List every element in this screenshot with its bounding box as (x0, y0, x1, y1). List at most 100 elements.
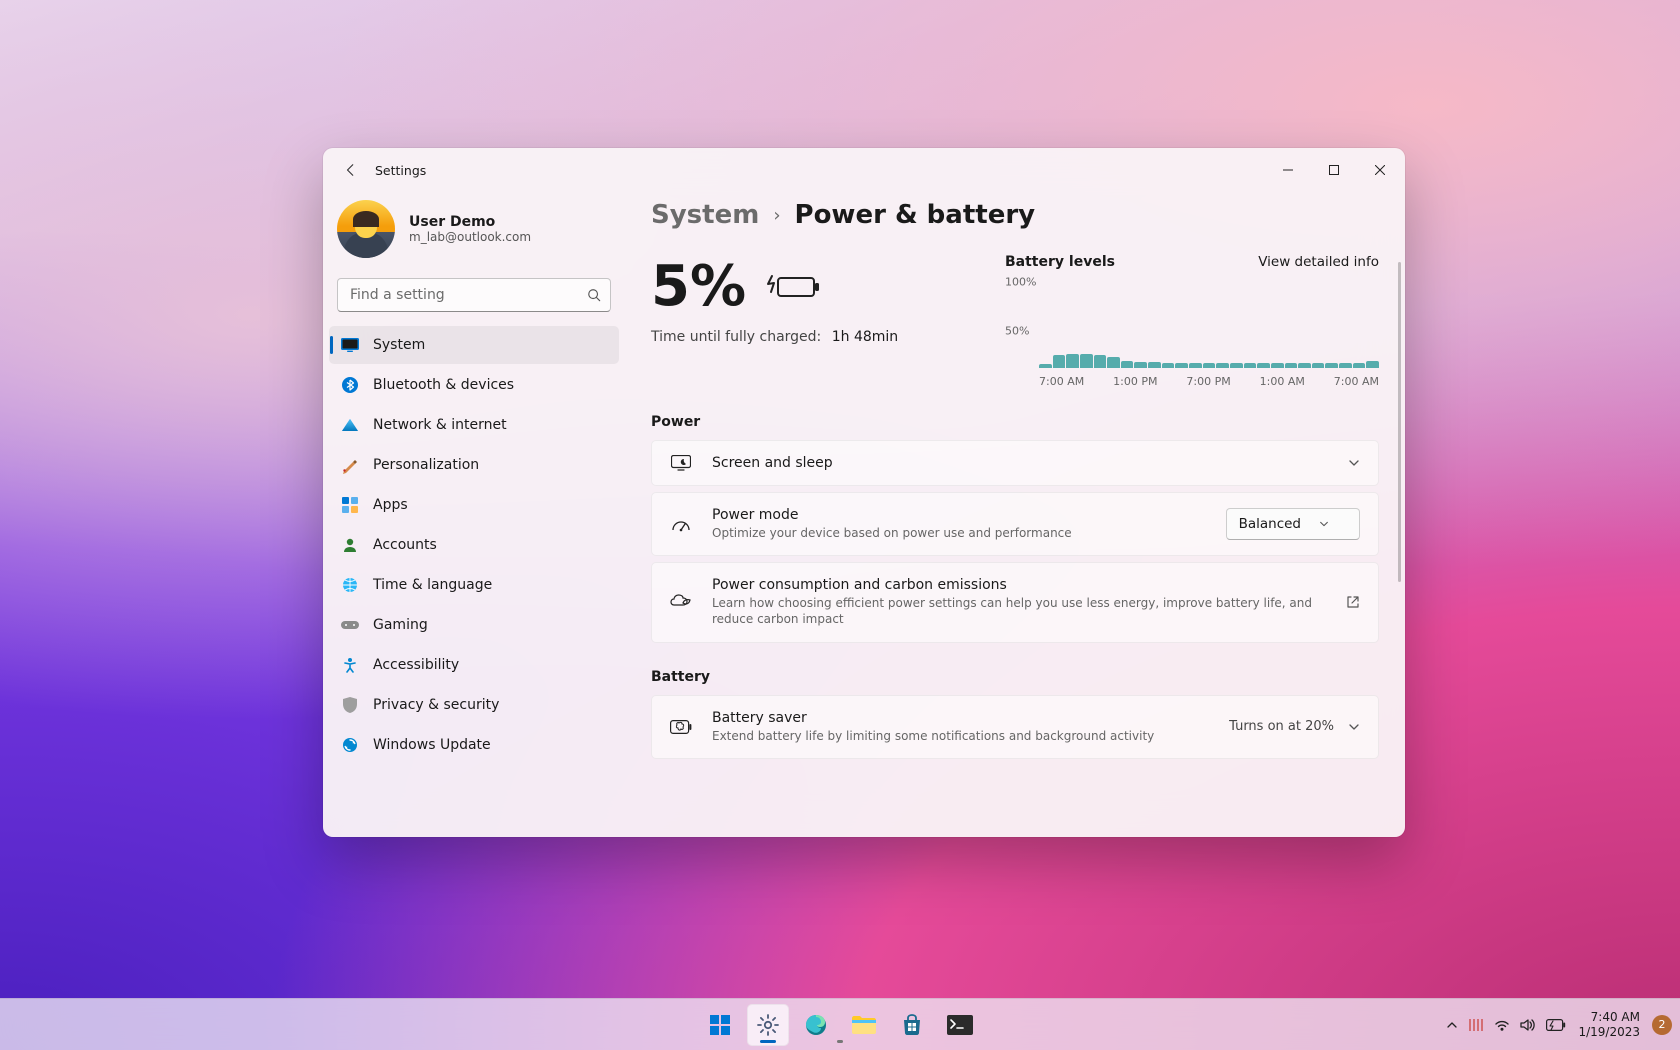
file-explorer-icon (851, 1014, 877, 1036)
chart-y-label: 50% (1005, 324, 1029, 337)
sidebar-item-bluetooth[interactable]: Bluetooth & devices (329, 366, 619, 404)
card-subtitle: Optimize your device based on power use … (712, 525, 1206, 541)
sidebar-item-accessibility[interactable]: Accessibility (329, 646, 619, 684)
card-title: Battery saver (712, 710, 1209, 726)
sidebar-item-gaming[interactable]: Gaming (329, 606, 619, 644)
card-screen-sleep[interactable]: Screen and sleep (651, 440, 1379, 486)
chart-bar (1066, 354, 1079, 368)
wifi-icon[interactable] (1494, 1018, 1510, 1032)
power-mode-icon (670, 516, 692, 532)
scrollbar[interactable] (1398, 262, 1401, 582)
start-button[interactable] (699, 1004, 741, 1046)
charge-time-value: 1h 48min (832, 329, 898, 345)
search-box (337, 278, 611, 312)
taskbar-app-edge[interactable] (795, 1004, 837, 1046)
sidebar-item-label: Windows Update (373, 737, 491, 753)
chart-bar (1285, 363, 1298, 368)
battery-percent: 5% (651, 254, 746, 319)
view-detailed-info-link[interactable]: View detailed info (1258, 254, 1379, 270)
chart-bar (1134, 362, 1147, 368)
sidebar-item-network[interactable]: Network & internet (329, 406, 619, 444)
taskbar-app-store[interactable] (891, 1004, 933, 1046)
chart-bar (1339, 363, 1352, 368)
taskbar-time: 7:40 AM (1578, 1010, 1640, 1025)
battery-saver-status: Turns on at 20% (1229, 719, 1334, 734)
system-tray (1446, 1018, 1566, 1032)
battery-saver-icon (670, 720, 692, 734)
card-title: Screen and sleep (712, 455, 1328, 471)
chart-bar (1353, 363, 1366, 368)
battery-levels-title: Battery levels (1005, 254, 1115, 270)
battery-levels-panel: Battery levels View detailed info 100% 5… (1005, 254, 1379, 388)
battery-tray-icon[interactable] (1546, 1019, 1566, 1031)
sidebar-item-windows-update[interactable]: Windows Update (329, 726, 619, 764)
minimize-button[interactable] (1265, 154, 1311, 186)
close-button[interactable] (1357, 154, 1403, 186)
taskbar-app-settings[interactable] (747, 1004, 789, 1046)
battery-summary: 5% Time until fully charged: 1h 48min (651, 254, 981, 388)
chart-bar (1175, 363, 1188, 368)
sidebar-item-time-language[interactable]: Time & language (329, 566, 619, 604)
card-carbon-emissions[interactable]: Power consumption and carbon emissions L… (651, 562, 1379, 642)
chart-x-label: 7:00 AM (1334, 375, 1379, 388)
power-mode-value: Balanced (1239, 516, 1301, 532)
chart-bar (1244, 363, 1257, 368)
user-profile[interactable]: User Demo m_lab@outlook.com (323, 192, 625, 274)
tray-overflow-button[interactable] (1446, 1019, 1458, 1031)
window-controls (1265, 154, 1403, 186)
card-battery-saver[interactable]: Battery saver Extend battery life by lim… (651, 695, 1379, 759)
back-button[interactable] (333, 152, 369, 188)
sidebar-item-system[interactable]: System (329, 326, 619, 364)
taskbar-center (699, 1004, 981, 1046)
breadcrumb: System › Power & battery (651, 200, 1379, 230)
close-icon (1375, 165, 1385, 175)
privacy-icon (341, 696, 359, 714)
chart-bar (1121, 361, 1134, 368)
taskbar-clock[interactable]: 7:40 AM 1/19/2023 (1578, 1010, 1640, 1040)
maximize-button[interactable] (1311, 154, 1357, 186)
card-subtitle: Extend battery life by limiting some not… (712, 728, 1209, 744)
chevron-down-icon (1319, 519, 1329, 529)
sidebar-item-apps[interactable]: Apps (329, 486, 619, 524)
user-name: User Demo (409, 214, 531, 230)
sidebar-item-label: Accounts (373, 537, 437, 553)
chart-bar (1325, 363, 1338, 368)
accounts-icon (341, 536, 359, 554)
chevron-down-icon (1348, 457, 1360, 469)
taskbar: 7:40 AM 1/19/2023 2 (0, 998, 1680, 1050)
sidebar-item-label: Apps (373, 497, 408, 513)
sidebar-item-personalization[interactable]: Personalization (329, 446, 619, 484)
tray-app-icon[interactable] (1468, 1018, 1484, 1032)
chart-bar (1312, 363, 1325, 368)
chart-x-label: 1:00 AM (1260, 375, 1305, 388)
chart-bar (1271, 363, 1284, 368)
chart-bar (1189, 363, 1202, 368)
notification-badge[interactable]: 2 (1652, 1015, 1672, 1035)
search-input[interactable] (337, 278, 611, 312)
gaming-icon (341, 616, 359, 634)
volume-icon[interactable] (1520, 1018, 1536, 1032)
sidebar-item-label: Privacy & security (373, 697, 499, 713)
chart-bar (1053, 355, 1066, 368)
sidebar-item-label: System (373, 337, 425, 353)
sidebar-item-label: Time & language (373, 577, 492, 593)
sidebar-item-label: Personalization (373, 457, 479, 473)
sidebar-item-label: Network & internet (373, 417, 507, 433)
power-mode-select[interactable]: Balanced (1226, 508, 1360, 540)
chart-bar (1230, 363, 1243, 368)
chart-bar (1039, 364, 1052, 369)
taskbar-date: 1/19/2023 (1578, 1025, 1640, 1040)
carbon-icon (670, 593, 692, 611)
screen-sleep-icon (670, 455, 692, 471)
taskbar-app-explorer[interactable] (843, 1004, 885, 1046)
breadcrumb-parent[interactable]: System (651, 200, 759, 230)
gear-icon (756, 1013, 780, 1037)
personalization-icon (341, 456, 359, 474)
battery-levels-chart[interactable]: 100% 50% 7:00 AM 1:00 PM 7:00 PM 1:00 AM… (1005, 278, 1379, 388)
sidebar-item-privacy[interactable]: Privacy & security (329, 686, 619, 724)
maximize-icon (1329, 165, 1339, 175)
section-title-battery: Battery (651, 669, 1379, 685)
back-arrow-icon (344, 163, 358, 177)
sidebar-item-accounts[interactable]: Accounts (329, 526, 619, 564)
taskbar-app-terminal[interactable] (939, 1004, 981, 1046)
